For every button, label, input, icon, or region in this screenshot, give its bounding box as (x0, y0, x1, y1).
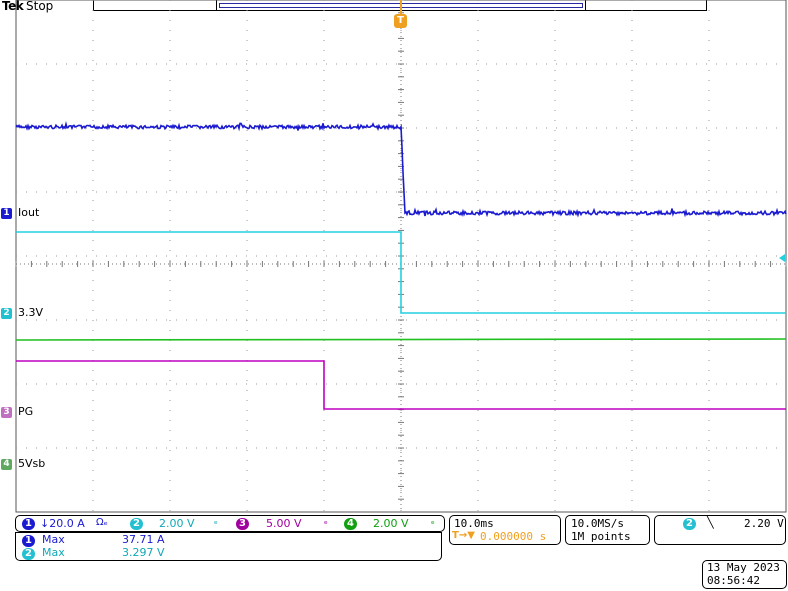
trigger-position-marker[interactable]: T (394, 14, 407, 28)
vertical-settings-panel[interactable]: 1 ↓20.0 A Ωₑ 2 2.00 V ₑ 3 5.00 V ₑ 4 2.0… (15, 515, 445, 532)
timestamp-panel: 13 May 2023 08:56:42 (702, 560, 787, 589)
ch3-number: 3 (236, 518, 249, 530)
measurement-1-name: Max (42, 533, 65, 546)
ch2-label: 3.3V (18, 306, 44, 319)
ch1-iout-trace (15, 120, 787, 218)
trigger-level-marker (779, 254, 785, 262)
ch3-scale[interactable]: 5.00 V (266, 517, 302, 530)
ch1-marker[interactable]: 1 (1, 208, 12, 219)
waveform-display[interactable] (0, 0, 788, 515)
trigger-level[interactable]: 2.20 V (744, 517, 784, 530)
measurement-1-channel: 1 (22, 535, 35, 547)
ch3-marker[interactable]: 3 (1, 407, 12, 418)
timebase-panel[interactable]: 10.0ms T→▼ 0.000000 s (449, 515, 561, 545)
markers (400, 0, 785, 262)
measurement-1-value: 37.71 A (122, 533, 165, 546)
ch4-scale[interactable]: 2.00 V (373, 517, 409, 530)
measurement-2-value: 3.297 V (122, 546, 165, 559)
ch1-coupling: Ωₑ (96, 517, 108, 528)
ch2-coupling: ₑ (214, 517, 218, 527)
ch4-coupling: ₑ (431, 517, 435, 527)
ch4-marker[interactable]: 4 (1, 459, 12, 470)
measurements-panel[interactable]: 1 Max 37.71 A 2 Max 3.297 V (15, 532, 442, 561)
ch4-label: 5Vsb (18, 457, 46, 470)
ch1-scale[interactable]: ↓20.0 A (40, 517, 85, 530)
measurement-2-name: Max (42, 546, 65, 559)
sample-rate: 10.0MS/s (571, 517, 624, 530)
ch1-number: 1 (22, 518, 35, 530)
trigger-source: 2 (683, 518, 696, 530)
ch2-3v3-trace (16, 231, 786, 314)
ch4-number: 4 (344, 518, 357, 530)
ch1-label: Iout (18, 206, 40, 219)
acquisition-panel[interactable]: 10.0MS/s 1M points (565, 515, 650, 545)
ch3-label: PG (18, 405, 34, 418)
trigger-position-icon: T→▼ (452, 530, 475, 541)
time-per-div[interactable]: 10.0ms (454, 517, 494, 530)
date-label: 13 May 2023 (707, 561, 780, 574)
horizontal-position[interactable]: 0.000000 s (480, 530, 546, 543)
time-label: 08:56:42 (707, 574, 760, 587)
ch2-scale[interactable]: 2.00 V (159, 517, 195, 530)
record-length: 1M points (571, 530, 631, 543)
trigger-panel[interactable]: 2 ╲ 2.20 V (654, 515, 786, 545)
ch3-coupling: ₑ (324, 517, 328, 527)
ch4-5vsb-trace (15, 338, 787, 341)
ch2-number: 2 (130, 518, 143, 530)
trigger-slope-icon: ╲ (707, 516, 714, 529)
measurement-2-channel: 2 (22, 548, 35, 560)
ch2-marker[interactable]: 2 (1, 308, 12, 319)
